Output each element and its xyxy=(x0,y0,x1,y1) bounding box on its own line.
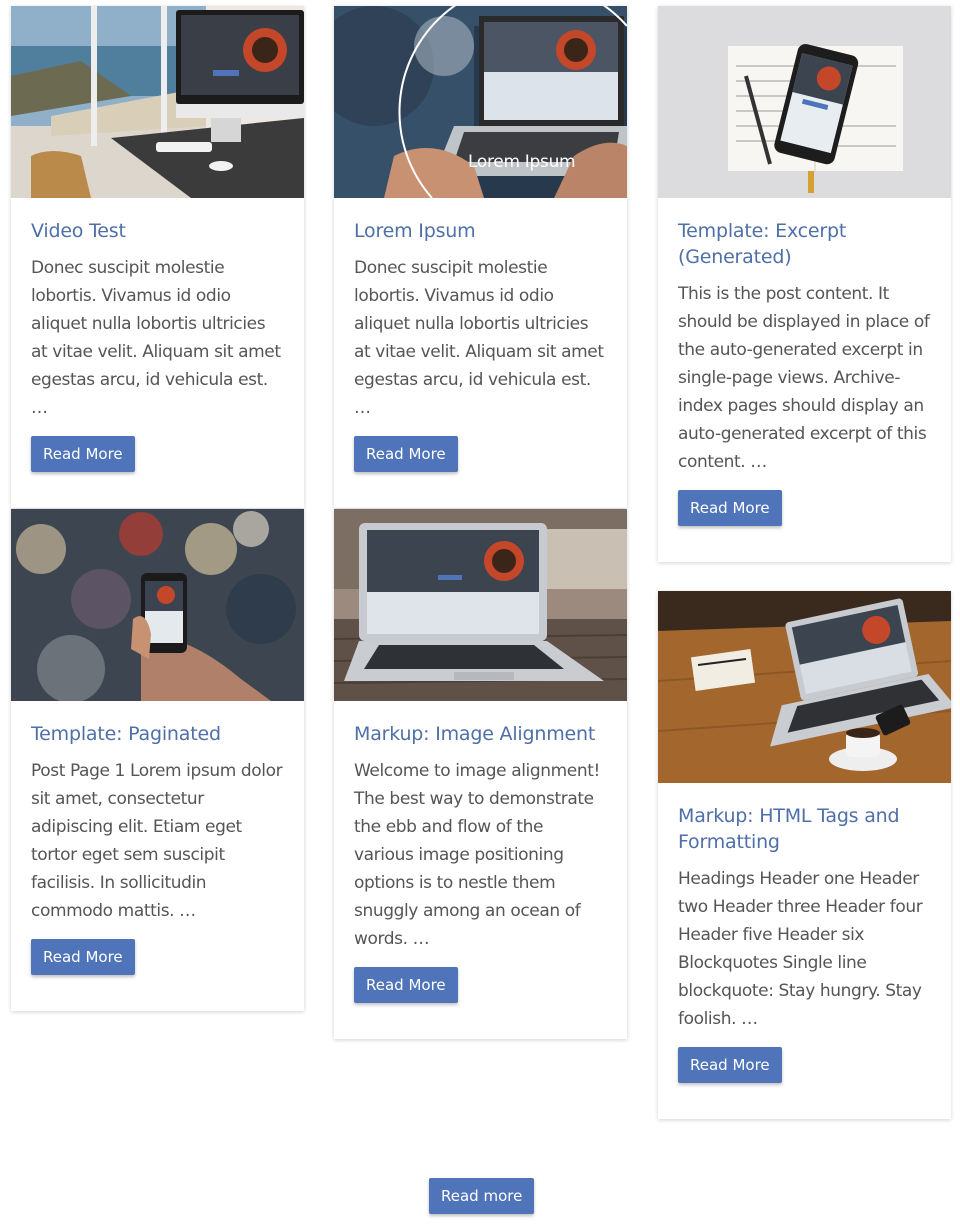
post-excerpt: Post Page 1 Lorem ipsum dolor sit amet, … xyxy=(31,761,283,921)
post-card: Markup: HTML Tags and Formatting Heading… xyxy=(658,591,951,1119)
post-thumbnail[interactable] xyxy=(11,6,304,198)
post-thumbnail[interactable] xyxy=(658,6,951,198)
post-card: Markup: Image Alignment Welcome to image… xyxy=(334,509,627,1039)
laptop-coffee-image xyxy=(658,591,951,783)
post-title-link[interactable]: Lorem Ipsum xyxy=(354,218,607,244)
post-grid-page: Video Test Donec suscipit molestie lobor… xyxy=(0,0,960,1224)
phone-crowd-image xyxy=(11,509,304,701)
post-title-link[interactable]: Template: Excerpt (Generated) xyxy=(678,218,931,270)
laptop-table-image xyxy=(334,509,627,701)
post-title-link[interactable]: Template: Paginated xyxy=(31,721,284,747)
post-card: Template: Excerpt (Generated) This is th… xyxy=(658,6,951,562)
post-excerpt: Donec suscipit molestie lobortis. Vivamu… xyxy=(31,258,281,418)
post-excerpt: Headings Header one Header two Header th… xyxy=(678,869,923,1029)
read-more-button[interactable]: Read More xyxy=(31,939,135,975)
post-title-link[interactable]: Video Test xyxy=(31,218,284,244)
load-more-button[interactable]: Read more xyxy=(429,1178,535,1214)
post-thumbnail[interactable]: Lorem Ipsum xyxy=(334,6,627,198)
post-title-link[interactable]: Markup: HTML Tags and Formatting xyxy=(678,803,931,855)
post-excerpt: Donec suscipit molestie lobortis. Vivamu… xyxy=(354,258,604,418)
read-more-button[interactable]: Read More xyxy=(354,967,458,1003)
post-thumbnail[interactable] xyxy=(11,509,304,701)
desk-imac-image xyxy=(11,6,304,198)
post-card: Lorem Ipsum Lorem Ipsum Donec suscipit m… xyxy=(334,6,627,508)
read-more-button[interactable]: Read More xyxy=(354,436,458,472)
post-excerpt: This is the post content. It should be d… xyxy=(678,284,930,472)
image-caption: Lorem Ipsum xyxy=(468,152,576,172)
read-more-button[interactable]: Read More xyxy=(678,1047,782,1083)
notebook-phone-image xyxy=(658,6,951,198)
read-more-button[interactable]: Read More xyxy=(678,490,782,526)
post-card: Video Test Donec suscipit molestie lobor… xyxy=(11,6,304,508)
post-thumbnail[interactable] xyxy=(334,509,627,701)
read-more-button[interactable]: Read More xyxy=(31,436,135,472)
post-excerpt: Welcome to image alignment! The best way… xyxy=(354,761,600,949)
post-title-link[interactable]: Markup: Image Alignment xyxy=(354,721,607,747)
post-card: Template: Paginated Post Page 1 Lorem ip… xyxy=(11,509,304,1011)
post-thumbnail[interactable] xyxy=(658,591,951,783)
